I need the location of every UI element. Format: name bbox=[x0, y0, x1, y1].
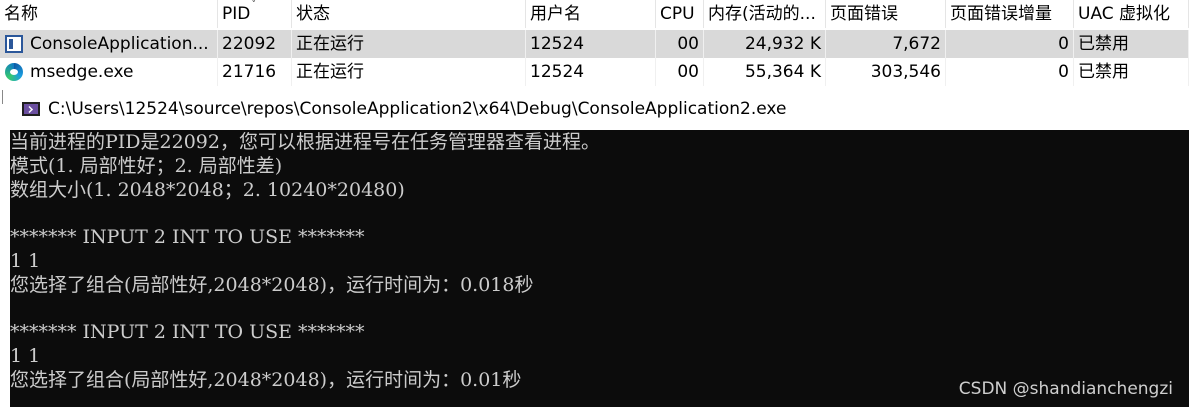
process-page-faults: 7,672 bbox=[826, 30, 946, 58]
process-status: 正在运行 bbox=[292, 58, 526, 86]
process-cpu: 00 bbox=[656, 58, 704, 86]
column-header-cpu[interactable]: CPU bbox=[656, 0, 704, 28]
console-line: 1 1 bbox=[10, 345, 41, 368]
console-line: 您选择了组合(局部性好,2048*2048)，运行时间为：0.018秒 bbox=[10, 273, 534, 296]
process-memory: 55,364 K bbox=[704, 58, 826, 86]
column-header-page-faults[interactable]: 页面错误 bbox=[826, 0, 946, 28]
process-uac: 已禁用 bbox=[1074, 30, 1189, 58]
console-output[interactable]: 当前进程的PID是22092，您可以根据进程号在任务管理器查看进程。 模式(1.… bbox=[10, 131, 1189, 407]
column-header-status[interactable]: 状态 bbox=[292, 0, 526, 28]
process-name: msedge.exe bbox=[0, 58, 218, 86]
watermark: CSDN @shandianchengzi bbox=[958, 379, 1173, 399]
process-user: 12524 bbox=[526, 30, 656, 58]
process-status: 正在运行 bbox=[292, 30, 526, 58]
process-pid: 22092 bbox=[218, 30, 292, 58]
console-line: ******* INPUT 2 INT TO USE ******* bbox=[10, 226, 365, 249]
column-header-memory[interactable]: 内存(活动的... bbox=[704, 0, 826, 28]
process-row[interactable]: msedge.exe 21716 正在运行 12524 00 55,364 K … bbox=[0, 58, 1189, 86]
console-line: 1 1 bbox=[10, 249, 41, 272]
console-app-icon bbox=[22, 102, 40, 116]
console-line: 数组大小(1. 2048*2048；2. 10240*20480) bbox=[10, 178, 405, 201]
process-row[interactable]: ConsoleApplication... 22092 正在运行 12524 0… bbox=[0, 30, 1189, 58]
column-header-page-faults-delta[interactable]: 页面错误增量 bbox=[946, 0, 1074, 28]
console-title-bar[interactable]: C:\Users\12524\source\repos\ConsoleAppli… bbox=[10, 88, 1189, 130]
column-header-user[interactable]: 用户名 bbox=[526, 0, 656, 28]
process-cpu: 00 bbox=[656, 30, 704, 58]
process-page-faults-delta: 0 bbox=[946, 58, 1074, 86]
process-user: 12524 bbox=[526, 58, 656, 86]
console-line: 当前进程的PID是22092，您可以根据进程号在任务管理器查看进程。 bbox=[10, 131, 600, 153]
process-memory: 24,932 K bbox=[704, 30, 826, 58]
console-line: 模式(1. 局部性好；2. 局部性差) bbox=[10, 154, 283, 177]
console-line: ******* INPUT 2 INT TO USE ******* bbox=[10, 321, 365, 344]
console-window[interactable]: C:\Users\12524\source\repos\ConsoleAppli… bbox=[10, 88, 1189, 407]
sort-descending-icon: ˅ bbox=[251, 0, 257, 11]
console-title: C:\Users\12524\source\repos\ConsoleAppli… bbox=[48, 99, 787, 119]
process-name: ConsoleApplication... bbox=[0, 30, 218, 58]
window-edge-divider bbox=[2, 90, 9, 104]
process-page-faults: 303,546 bbox=[826, 58, 946, 86]
column-header-uac[interactable]: UAC 虚拟化 bbox=[1074, 0, 1189, 28]
process-uac: 已禁用 bbox=[1074, 58, 1189, 86]
process-page-faults-delta: 0 bbox=[946, 30, 1074, 58]
task-manager-details: 名称 PID ˅ 状态 用户名 CPU 内存(活动的... 页面错误 页面错误增… bbox=[0, 0, 1189, 88]
process-pid: 21716 bbox=[218, 58, 292, 86]
column-header-name[interactable]: 名称 bbox=[0, 0, 218, 28]
column-header-row: 名称 PID ˅ 状态 用户名 CPU 内存(活动的... 页面错误 页面错误增… bbox=[0, 0, 1189, 28]
